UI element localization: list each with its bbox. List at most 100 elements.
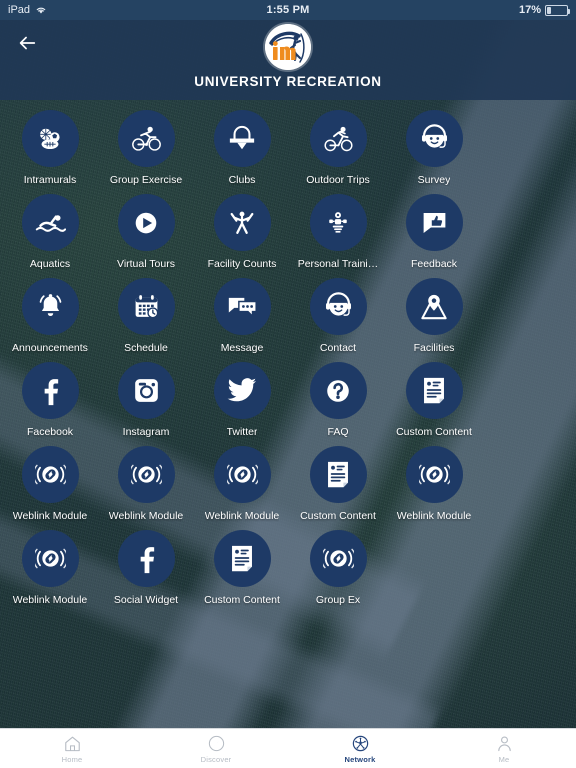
instagram-icon[interactable] <box>117 362 175 419</box>
grid-tile-label: Weblink Module <box>108 510 184 522</box>
university-recreation-logo <box>265 24 311 70</box>
grid-tile-label: Custom Content <box>204 594 280 606</box>
tab-home[interactable]: Home <box>0 729 144 768</box>
grid-tile-label: Group Exercise <box>109 174 183 186</box>
sports-balls-icon[interactable] <box>21 110 79 167</box>
grid-tile-label: Aquatics <box>29 258 71 270</box>
grid-tile[interactable]: Personal Traini… <box>290 194 386 270</box>
grid-tile[interactable]: Weblink Module <box>98 446 194 522</box>
grid-tile[interactable]: Survey <box>386 110 482 186</box>
grid-tile-label: Intramurals <box>23 174 77 186</box>
grid-tile[interactable]: Intramurals <box>2 110 98 186</box>
mountain-bike-icon[interactable] <box>309 110 367 167</box>
link-icon[interactable] <box>213 446 271 503</box>
grid-tile[interactable]: Twitter <box>194 362 290 438</box>
grid-tile[interactable]: Facility Counts <box>194 194 290 270</box>
grid-tile-label: Weblink Module <box>12 510 88 522</box>
people-count-icon[interactable] <box>213 194 271 251</box>
grid-tile[interactable]: Custom Content <box>386 362 482 438</box>
grid-tile[interactable]: Instagram <box>98 362 194 438</box>
app-header: UNIVERSITY RECREATION <box>0 20 576 100</box>
personal-trainer-icon[interactable] <box>309 194 367 251</box>
grid-tile[interactable]: Custom Content <box>290 446 386 522</box>
tab-me[interactable]: Me <box>432 729 576 768</box>
grid-tile-label: Twitter <box>226 426 258 438</box>
grid-tile-label: Feedback <box>410 258 458 270</box>
grid-tile-label: Weblink Module <box>12 594 88 606</box>
grid-tile-label: Facebook <box>26 426 74 438</box>
grid-tile[interactable]: Virtual Tours <box>98 194 194 270</box>
grid-tile[interactable]: Aquatics <box>2 194 98 270</box>
tab-discover[interactable]: Discover <box>144 729 288 768</box>
headset-face-icon[interactable] <box>405 110 463 167</box>
facebook-icon[interactable] <box>21 362 79 419</box>
grid-tile[interactable]: Schedule <box>98 278 194 354</box>
grid-tile[interactable]: Group Ex <box>290 530 386 606</box>
document-icon[interactable] <box>213 530 271 587</box>
twitter-icon[interactable] <box>213 362 271 419</box>
grid-tile-label: Facility Counts <box>207 258 277 270</box>
grid-tile[interactable]: Clubs <box>194 110 290 186</box>
chat-bubbles-icon[interactable] <box>213 278 271 335</box>
grid-tile[interactable]: FAQ <box>290 362 386 438</box>
grid-tile[interactable]: Weblink Module <box>2 530 98 606</box>
play-button-icon[interactable] <box>117 194 175 251</box>
grid-tile[interactable]: Facebook <box>2 362 98 438</box>
grid-tile-label: FAQ <box>327 426 349 438</box>
calendar-clock-icon[interactable] <box>117 278 175 335</box>
grid-tile-label: Schedule <box>124 342 168 354</box>
grid-tile-label: Custom Content <box>300 510 376 522</box>
document-icon[interactable] <box>309 446 367 503</box>
headset-face-icon[interactable] <box>309 278 367 335</box>
question-mark-icon[interactable] <box>309 362 367 419</box>
thumbs-up-bubble-icon[interactable] <box>405 194 463 251</box>
link-icon[interactable] <box>405 446 463 503</box>
status-bar-right: 17% <box>518 4 570 16</box>
grid-tile[interactable]: Feedback <box>386 194 482 270</box>
grid-tile[interactable]: Group Exercise <box>98 110 194 186</box>
grid-tile[interactable]: Weblink Module <box>2 446 98 522</box>
battery-percent: 17% <box>518 4 541 16</box>
grid-tile-label: Outdoor Trips <box>306 174 370 186</box>
grid-tile[interactable]: Weblink Module <box>386 446 482 522</box>
grid-tile-label: Weblink Module <box>396 510 472 522</box>
swimmer-icon[interactable] <box>21 194 79 251</box>
bell-icon[interactable] <box>21 278 79 335</box>
link-icon[interactable] <box>117 446 175 503</box>
grid-tile[interactable]: Contact <box>290 278 386 354</box>
link-icon[interactable] <box>21 446 79 503</box>
cyclist-icon[interactable] <box>117 110 175 167</box>
link-icon[interactable] <box>21 530 79 587</box>
module-grid: Intramurals Group Exercise Clubs Outdoor… <box>0 100 576 728</box>
grid-tile[interactable]: Facilities <box>386 278 482 354</box>
back-arrow-icon[interactable] <box>10 26 44 60</box>
page-title: UNIVERSITY RECREATION <box>194 74 382 89</box>
grid-tile[interactable]: Announcements <box>2 278 98 354</box>
grid-tile[interactable]: Outdoor Trips <box>290 110 386 186</box>
facebook-icon[interactable] <box>117 530 175 587</box>
status-bar-time: 1:55 PM <box>266 4 310 16</box>
grid-tile[interactable]: Message <box>194 278 290 354</box>
network-icon <box>351 734 370 753</box>
battery-icon <box>545 4 570 16</box>
grid-tile[interactable]: Social Widget <box>98 530 194 606</box>
grid-tile[interactable]: Custom Content <box>194 530 290 606</box>
grid-tile-label: Facilities <box>413 342 455 354</box>
goal-banner-icon[interactable] <box>213 110 271 167</box>
grid-tile-label: Instagram <box>122 426 170 438</box>
person-icon <box>495 734 514 753</box>
grid-tile-label: Message <box>220 342 264 354</box>
document-icon[interactable] <box>405 362 463 419</box>
compass-icon <box>207 734 226 753</box>
grid-tile-label: Contact <box>319 342 357 354</box>
grid-tile-label: Group Ex <box>315 594 361 606</box>
grid-tile-label: Virtual Tours <box>117 258 175 270</box>
grid-tile-label: Announcements <box>12 342 88 354</box>
tab-label: Home <box>61 754 83 764</box>
grid-tile[interactable]: Weblink Module <box>194 446 290 522</box>
link-icon[interactable] <box>309 530 367 587</box>
home-icon <box>63 734 82 753</box>
tab-network[interactable]: Network <box>288 729 432 768</box>
map-pin-icon[interactable] <box>405 278 463 335</box>
app-root: iPad 1:55 PM 17% UNIVERSITY RECREATION I… <box>0 0 576 768</box>
